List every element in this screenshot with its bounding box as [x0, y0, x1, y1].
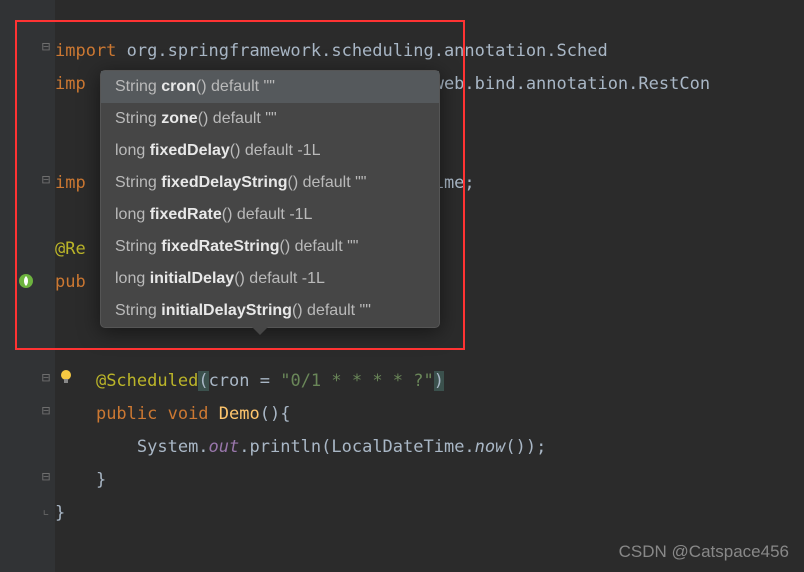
parameter-info-popup: String cron() default "" String zone() d…: [100, 70, 440, 328]
code-line: [55, 332, 804, 365]
popup-item-cron[interactable]: String cron() default "": [101, 71, 439, 103]
code-line: @Scheduled(cron = "0/1 * * * * ?"): [55, 365, 804, 398]
watermark-text: CSDN @Catspace456: [619, 542, 789, 562]
popup-arrow-icon: [251, 326, 269, 335]
popup-item-fixeddelay[interactable]: long fixedDelay() default -1L: [101, 135, 439, 167]
popup-item-initialdelaystring[interactable]: String initialDelayString() default "": [101, 295, 439, 327]
code-line: }: [55, 464, 804, 497]
fold-collapse-icon[interactable]: ⊟: [40, 41, 52, 53]
popup-item-fixedrate[interactable]: long fixedRate() default -1L: [101, 199, 439, 231]
fold-collapse-icon[interactable]: ⊟: [40, 372, 52, 384]
fold-collapse-icon[interactable]: ⊟: [40, 405, 52, 417]
code-line: System.out.println(LocalDateTime.now());: [55, 431, 804, 464]
popup-item-fixeddelaystring[interactable]: String fixedDelayString() default "": [101, 167, 439, 199]
fold-end-icon[interactable]: ⌞: [40, 504, 52, 516]
code-line: }: [55, 497, 804, 530]
popup-item-zone[interactable]: String zone() default "": [101, 103, 439, 135]
fold-collapse-icon[interactable]: ⊟: [40, 174, 52, 186]
code-line: import org.springframework.scheduling.an…: [55, 35, 804, 68]
popup-item-initialdelay[interactable]: long initialDelay() default -1L: [101, 263, 439, 295]
fold-end-icon[interactable]: ⊟: [40, 471, 52, 483]
intention-bulb-icon[interactable]: [57, 368, 75, 386]
spring-bean-gutter-icon[interactable]: [18, 273, 34, 289]
popup-item-fixedratestring[interactable]: String fixedRateString() default "": [101, 231, 439, 263]
code-line: public void Demo(){: [55, 398, 804, 431]
